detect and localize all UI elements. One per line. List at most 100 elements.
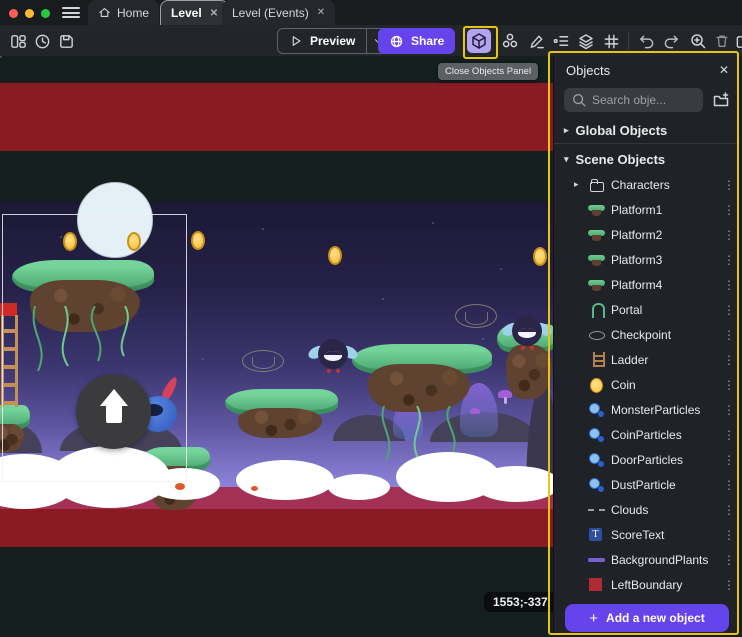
close-tab-icon[interactable]: ✕ [210, 8, 218, 19]
tab-home[interactable]: Home [88, 0, 159, 25]
coin-object[interactable] [328, 246, 342, 265]
eye-decoration [242, 350, 284, 372]
objects-panel-toggle-button[interactable] [467, 29, 491, 53]
object-list-item[interactable]: ▸ DoorParticles ⋮ [554, 447, 739, 472]
cloud-object[interactable] [328, 474, 390, 500]
kebab-menu-icon[interactable]: ⋮ [719, 353, 739, 367]
object-groups-icon [501, 32, 519, 50]
layers-button[interactable] [574, 29, 598, 53]
chevron-down-icon: ▾ [564, 154, 569, 165]
kebab-menu-icon[interactable]: ⋮ [719, 228, 739, 242]
cloud-object[interactable] [474, 466, 553, 502]
kebab-menu-icon[interactable]: ⋮ [719, 178, 739, 192]
object-list-item[interactable]: ▸ ScoreText ⋮ [554, 522, 739, 547]
instances-list-button[interactable] [549, 29, 573, 53]
rename-button[interactable] [731, 29, 742, 53]
jump-control-object[interactable] [76, 374, 151, 449]
global-objects-section[interactable]: ▸ Global Objects [554, 118, 739, 144]
object-name: Platform3 [611, 253, 719, 267]
object-list-item[interactable]: ▸ Clouds ⋮ [554, 497, 739, 522]
kebab-menu-icon[interactable]: ⋮ [719, 578, 739, 592]
add-new-object-button[interactable]: + Add a new object [565, 604, 729, 632]
section-label: Global Objects [576, 123, 668, 138]
add-button-label: Add a new object [606, 611, 705, 625]
object-list-item[interactable]: ▸ Portal ⋮ [554, 297, 739, 322]
particles-icon [588, 452, 606, 468]
save-button[interactable] [54, 29, 78, 53]
object-name: Characters [611, 178, 719, 192]
object-name: Clouds [611, 503, 719, 517]
monster-bat-object[interactable] [505, 314, 549, 352]
object-list-item[interactable]: ▸ Checkpoint ⋮ [554, 322, 739, 347]
grid-button[interactable] [599, 29, 623, 53]
add-folder-icon[interactable] [712, 91, 730, 109]
kebab-menu-icon[interactable]: ⋮ [719, 303, 739, 317]
kebab-menu-icon[interactable]: ⋮ [719, 278, 739, 292]
folder-icon [588, 177, 606, 193]
objects-panel-title: Objects [566, 63, 719, 78]
close-tab-icon[interactable]: ✕ [317, 7, 325, 18]
layers-icon [577, 32, 595, 50]
object-list-item[interactable]: ▸ Platform3 ⋮ [554, 247, 739, 272]
kebab-menu-icon[interactable]: ⋮ [719, 478, 739, 492]
particles-icon [588, 477, 606, 493]
tab-level-events[interactable]: Level (Events) ✕ [222, 0, 335, 25]
kebab-menu-icon[interactable]: ⋮ [719, 203, 739, 217]
kebab-menu-icon[interactable]: ⋮ [719, 453, 739, 467]
object-list-item[interactable]: ▸ LeftBoundary ⋮ [554, 572, 739, 597]
kebab-menu-icon[interactable]: ⋮ [719, 528, 739, 542]
zoom-button[interactable] [686, 29, 710, 53]
undo-button[interactable] [634, 29, 658, 53]
object-list-item[interactable]: ▸ Platform1 ⋮ [554, 197, 739, 222]
object-list-item[interactable]: ▸ Ladder ⋮ [554, 347, 739, 372]
coin-icon [588, 377, 606, 393]
edit-scene-button[interactable] [524, 29, 548, 53]
tab-level[interactable]: Level ✕ [160, 0, 229, 25]
object-list-item[interactable]: ▸ Coin ⋮ [554, 372, 739, 397]
kebab-menu-icon[interactable]: ⋮ [719, 328, 739, 342]
mushroom-stem [504, 397, 507, 404]
menu-icon[interactable] [62, 7, 80, 18]
trash-icon [714, 33, 730, 49]
object-list-item[interactable]: ▸ Platform2 ⋮ [554, 222, 739, 247]
close-icon[interactable]: ✕ [719, 63, 729, 77]
eye-decoration [455, 304, 497, 328]
object-list-item[interactable]: ▸ Characters ⋮ [554, 172, 739, 197]
preview-button[interactable]: Preview [278, 29, 366, 53]
panels-layout-button[interactable] [6, 29, 30, 53]
coin-object[interactable] [127, 232, 141, 251]
cloud-object[interactable] [236, 460, 334, 500]
red-square-icon [588, 577, 606, 593]
platform-icon [588, 227, 606, 243]
object-list-item[interactable]: ▸ BackgroundPlants ⋮ [554, 547, 739, 572]
window-zoom-light[interactable] [41, 9, 50, 18]
ladder-object[interactable] [1, 315, 18, 407]
kebab-menu-icon[interactable]: ⋮ [719, 553, 739, 567]
globe-icon [389, 34, 404, 49]
scene-editor-canvas[interactable]: 1553;-337 [0, 56, 553, 637]
window-close-light[interactable] [9, 9, 18, 18]
share-button[interactable]: Share [378, 28, 455, 54]
redo-button[interactable] [659, 29, 683, 53]
object-name: Ladder [611, 353, 719, 367]
coin-object[interactable] [191, 231, 205, 250]
object-list-item[interactable]: ▸ CoinParticles ⋮ [554, 422, 739, 447]
kebab-menu-icon[interactable]: ⋮ [719, 403, 739, 417]
scene-objects-section[interactable]: ▾ Scene Objects [554, 146, 739, 172]
coin-object[interactable] [63, 232, 77, 251]
moon-object[interactable] [77, 182, 153, 258]
history-button[interactable] [30, 29, 54, 53]
kebab-menu-icon[interactable]: ⋮ [719, 428, 739, 442]
object-list-item[interactable]: ▸ Platform4 ⋮ [554, 272, 739, 297]
coin-object[interactable] [533, 247, 547, 266]
object-list-item[interactable]: ▸ MonsterParticles ⋮ [554, 397, 739, 422]
toolbar-separator [628, 32, 629, 50]
object-list-item[interactable]: ▸ DustParticle ⋮ [554, 472, 739, 497]
kebab-menu-icon[interactable]: ⋮ [719, 253, 739, 267]
object-groups-button[interactable] [498, 29, 522, 53]
chevron-right-icon: ▸ [564, 125, 569, 136]
monster-bat-object[interactable] [311, 337, 355, 375]
kebab-menu-icon[interactable]: ⋮ [719, 503, 739, 517]
kebab-menu-icon[interactable]: ⋮ [719, 378, 739, 392]
window-minimize-light[interactable] [25, 9, 34, 18]
